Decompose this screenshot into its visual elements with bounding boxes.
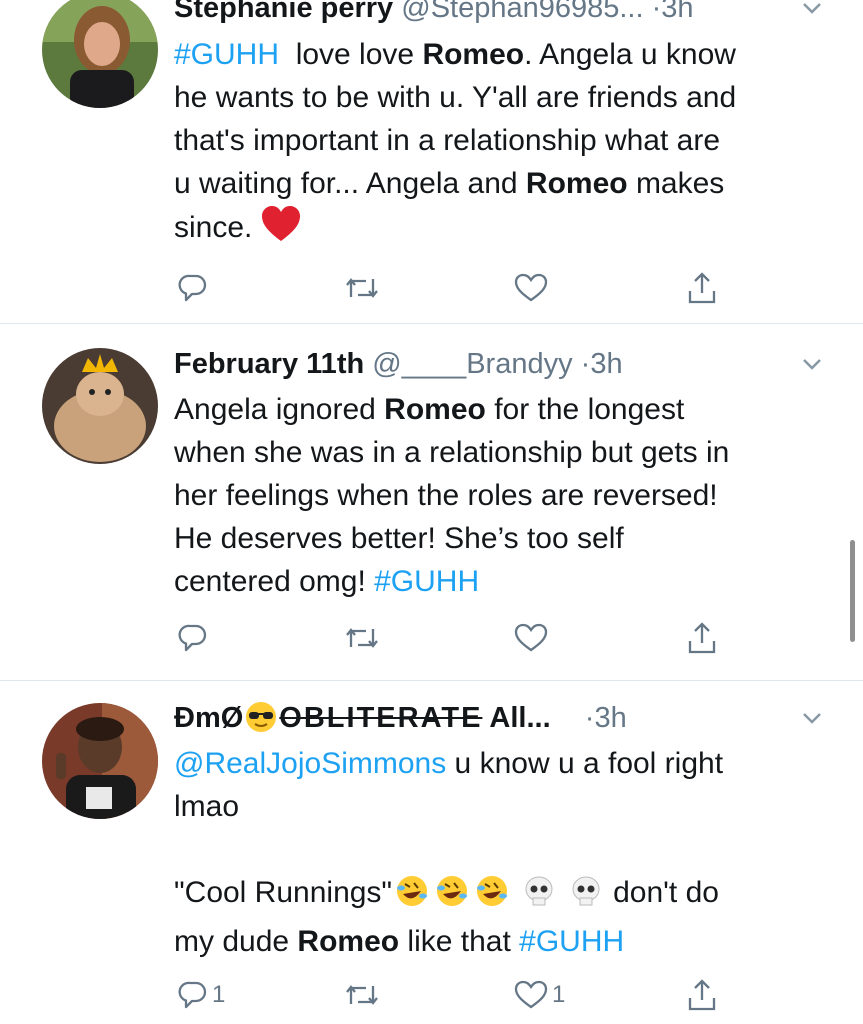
share-button[interactable] — [686, 616, 718, 660]
like-button[interactable]: 1 — [514, 973, 565, 1017]
tweet-2[interactable]: February 11th @____Brandyy ·3h Angela ig… — [0, 324, 863, 680]
like-count: 1 — [552, 981, 566, 1008]
tweet-header: February 11th @____Brandyy ·3h — [174, 344, 823, 384]
like-button[interactable] — [514, 266, 548, 310]
retweet-icon — [346, 278, 378, 298]
scrollbar[interactable] — [850, 540, 855, 642]
skull-emoji — [522, 874, 556, 920]
reply-button[interactable] — [178, 616, 208, 660]
tweet-1[interactable]: Stephanie perry @Stephan96985... ·3h #GU… — [0, 0, 863, 323]
avatar[interactable] — [42, 348, 158, 464]
rofl-emoji — [434, 874, 470, 920]
reply-button[interactable]: 1 — [178, 973, 225, 1017]
like-icon — [514, 273, 548, 302]
hashtag-link[interactable]: #GUHH — [374, 565, 479, 598]
user-handle[interactable]: @____Brandyy — [372, 348, 572, 380]
tweet-text: @RealJojoSimmons u know u a fool right l… — [174, 747, 724, 958]
like-icon — [514, 980, 548, 1009]
timestamp[interactable]: 3h — [594, 702, 626, 734]
reply-icon — [178, 274, 207, 302]
reply-icon — [178, 624, 207, 652]
retweet-icon — [346, 985, 378, 1005]
avatar[interactable] — [42, 703, 158, 819]
sunglasses-emoji — [245, 701, 277, 744]
rofl-emoji — [394, 874, 430, 920]
avatar[interactable] — [42, 0, 158, 108]
tweet-actions: 1 1 — [174, 973, 734, 1017]
timestamp[interactable]: 3h — [661, 0, 693, 24]
separator-dot: · — [580, 348, 591, 380]
skull-emoji — [569, 874, 603, 920]
separator-dot: · — [584, 702, 595, 734]
user-handle[interactable]: @Stephan96985... — [401, 0, 643, 24]
tweet-text: #GUHH love love Romeo. Angela u know he … — [174, 33, 824, 255]
tweet-3[interactable]: ÐmØ OBLITERATE All... ·3h @RealJojoSimmon… — [0, 681, 863, 1024]
retweet-button[interactable] — [344, 616, 380, 660]
hashtag-link[interactable]: #GUHH — [519, 925, 624, 958]
share-icon — [688, 272, 716, 304]
share-icon — [688, 622, 716, 654]
rofl-emoji — [474, 874, 510, 920]
tweet-text: Angela ignored Romeo for the longest whe… — [174, 393, 730, 598]
retweet-icon — [346, 628, 378, 648]
timestamp[interactable]: 3h — [590, 348, 622, 380]
separator-dot: · — [651, 0, 662, 24]
display-name[interactable]: Stephanie perry — [174, 0, 393, 24]
like-icon — [514, 623, 548, 652]
reply-button[interactable] — [178, 266, 208, 310]
tweet-header: ÐmØ OBLITERATE All... ·3h — [174, 698, 823, 738]
tweet-actions — [174, 266, 734, 310]
reply-count: 1 — [212, 981, 226, 1008]
reply-icon — [178, 981, 207, 1009]
display-name[interactable]: February 11th — [174, 348, 364, 380]
red-heart-emoji — [261, 205, 301, 255]
share-button[interactable] — [686, 266, 718, 310]
tweet-header: Stephanie perry @Stephan96985... ·3h — [174, 0, 823, 28]
mention-link[interactable]: @RealJojoSimmons — [174, 747, 446, 780]
hashtag-link[interactable]: #GUHH — [174, 38, 279, 71]
retweet-button[interactable] — [344, 973, 380, 1017]
retweet-button[interactable] — [344, 266, 380, 310]
like-button[interactable] — [514, 616, 548, 660]
share-button[interactable] — [686, 973, 718, 1017]
tweet-actions — [174, 616, 734, 660]
display-name[interactable]: ÐmØ OBLITERATE All... — [174, 702, 551, 734]
share-icon — [688, 979, 716, 1011]
